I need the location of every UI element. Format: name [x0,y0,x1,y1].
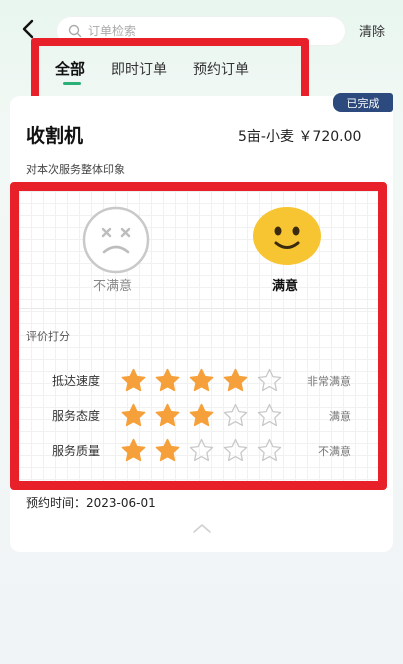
booking-time-label: 预约时间： [26,496,87,510]
clear-button[interactable]: 清除 [359,21,385,40]
rating-highlight-frame [10,182,387,490]
chevron-up-icon[interactable] [192,522,212,534]
tabs-highlight-frame [31,38,309,104]
order-info: 5亩-小麦 ￥720.00 [238,129,362,145]
booking-time: 预约时间：2023-06-01 [26,494,156,511]
back-icon[interactable] [18,18,40,40]
order-title: 收割机 [26,125,84,147]
status-badge: 已完成 [333,93,393,112]
search-icon [68,24,82,38]
impression-label: 对本次服务整体印象 [26,163,125,176]
booking-time-value: 2023-06-01 [86,496,156,510]
search-input[interactable] [88,24,318,38]
